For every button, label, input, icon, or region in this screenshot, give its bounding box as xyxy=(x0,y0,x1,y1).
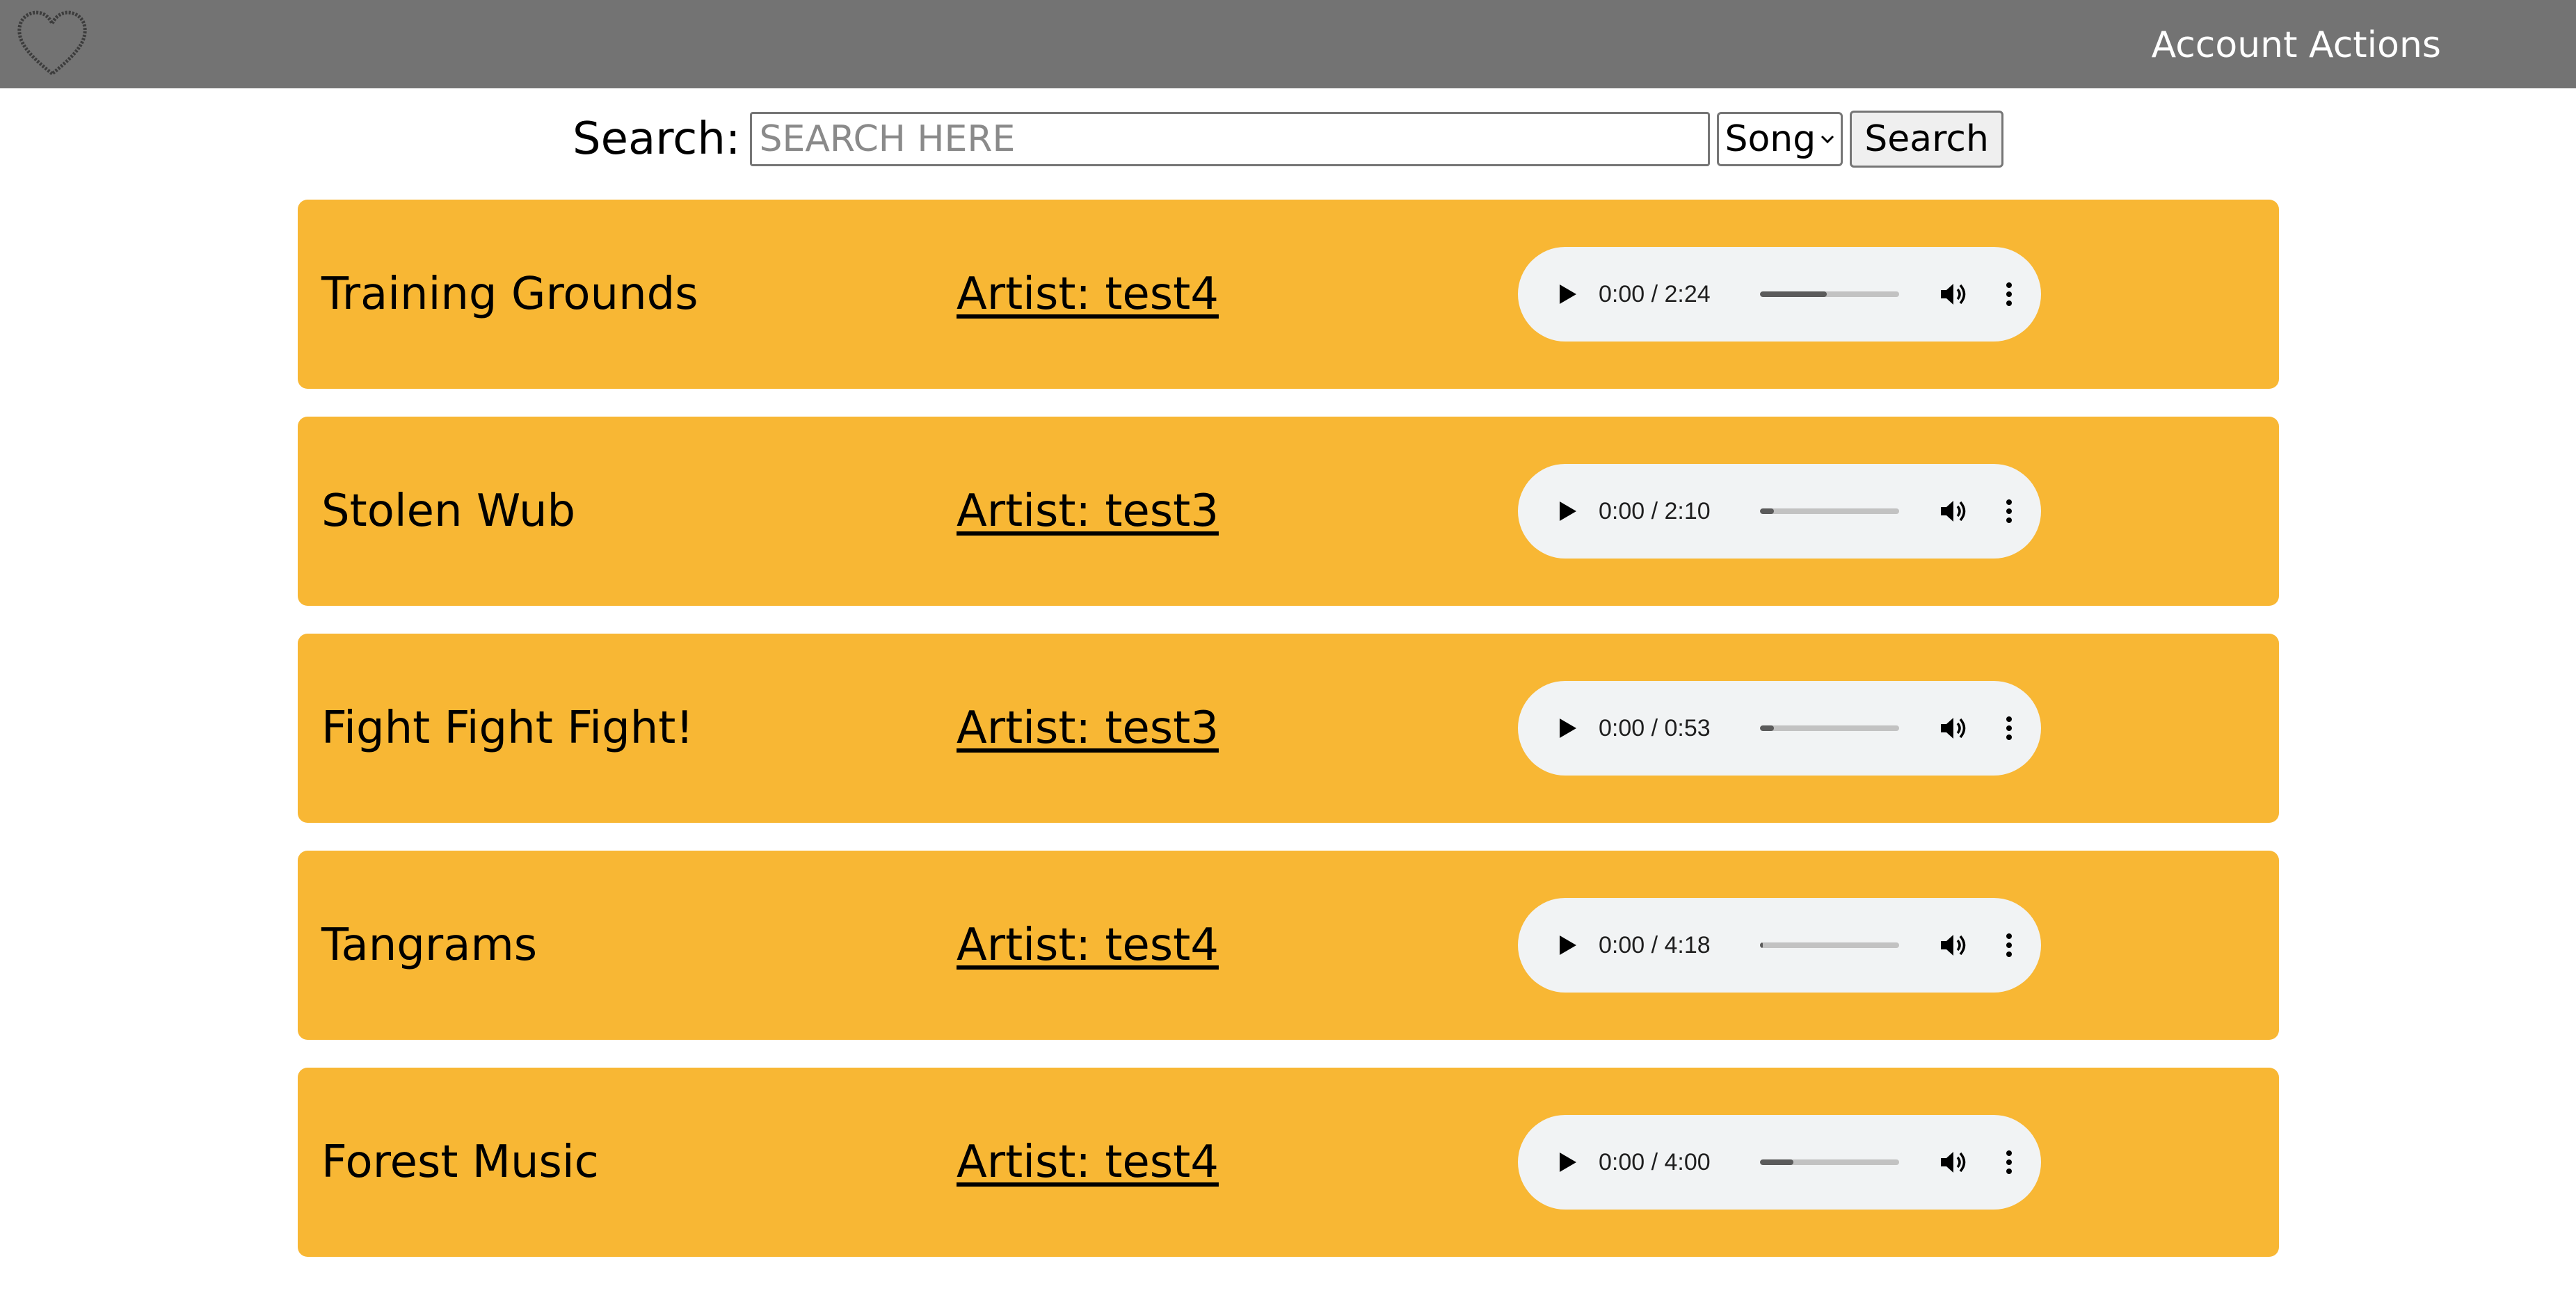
song-card: Stolen Wub Artist: test3 0:00 / 2:10 xyxy=(298,417,2279,606)
audio-player: 0:00 / 2:10 xyxy=(1518,464,2041,559)
artist-link[interactable]: Artist: test4 xyxy=(957,851,1219,1040)
song-list: Training Grounds Artist: test4 0:00 / 2:… xyxy=(298,200,2279,1285)
volume-icon[interactable] xyxy=(1938,713,1969,744)
volume-icon[interactable] xyxy=(1938,496,1969,527)
volume-icon[interactable] xyxy=(1938,930,1969,961)
search-input[interactable] xyxy=(750,112,1711,166)
play-icon[interactable] xyxy=(1551,1147,1582,1178)
more-options-icon[interactable] xyxy=(1994,1147,2024,1178)
artist-link[interactable]: Artist: test3 xyxy=(957,634,1219,823)
buffered-fill xyxy=(1760,291,1827,297)
play-icon[interactable] xyxy=(1551,496,1582,527)
play-icon[interactable] xyxy=(1551,279,1582,310)
buffered-fill xyxy=(1760,508,1774,514)
heart-outline-icon[interactable] xyxy=(14,6,90,82)
song-card: Fight Fight Fight! Artist: test3 0:00 / … xyxy=(298,634,2279,823)
more-options-icon[interactable] xyxy=(1994,279,2024,310)
play-icon[interactable] xyxy=(1551,713,1582,744)
time-display: 0:00 / 0:53 xyxy=(1599,714,1711,741)
account-actions-link[interactable]: Account Actions xyxy=(2152,22,2441,68)
artist-link[interactable]: Artist: test3 xyxy=(957,417,1219,606)
song-title: Forest Music xyxy=(321,1137,599,1188)
time-display: 0:00 / 2:10 xyxy=(1599,497,1711,524)
time-display: 0:00 / 4:18 xyxy=(1599,931,1711,958)
audio-player: 0:00 / 2:24 xyxy=(1518,247,2041,342)
artist-link[interactable]: Artist: test4 xyxy=(957,1068,1219,1257)
buffered-fill xyxy=(1760,1159,1793,1165)
search-bar: Search: Song Search xyxy=(0,110,2576,168)
chevron-down-icon xyxy=(1821,135,1834,144)
song-card: Tangrams Artist: test4 0:00 / 4:18 xyxy=(298,851,2279,1040)
time-display: 0:00 / 2:24 xyxy=(1599,280,1711,307)
song-card: Training Grounds Artist: test4 0:00 / 2:… xyxy=(298,200,2279,389)
progress-bar[interactable] xyxy=(1760,291,1899,297)
progress-bar[interactable] xyxy=(1760,942,1899,948)
song-title: Fight Fight Fight! xyxy=(321,702,694,754)
artist-link[interactable]: Artist: test4 xyxy=(957,200,1219,389)
audio-player: 0:00 / 4:00 xyxy=(1518,1115,2041,1210)
buffered-fill xyxy=(1760,725,1774,731)
volume-icon[interactable] xyxy=(1938,1147,1969,1178)
search-label: Search: xyxy=(573,113,741,165)
progress-bar[interactable] xyxy=(1760,1159,1899,1165)
more-options-icon[interactable] xyxy=(1994,930,2024,961)
search-type-select[interactable]: Song xyxy=(1717,112,1843,166)
song-title: Training Grounds xyxy=(321,268,698,320)
audio-player: 0:00 / 0:53 xyxy=(1518,681,2041,776)
more-options-icon[interactable] xyxy=(1994,713,2024,744)
progress-bar[interactable] xyxy=(1760,508,1899,514)
progress-bar[interactable] xyxy=(1760,725,1899,731)
time-display: 0:00 / 4:00 xyxy=(1599,1148,1711,1175)
top-bar: Account Actions xyxy=(0,0,2576,88)
volume-icon[interactable] xyxy=(1938,279,1969,310)
audio-player: 0:00 / 4:18 xyxy=(1518,898,2041,993)
search-button[interactable]: Search xyxy=(1850,111,2003,168)
search-type-selected: Song xyxy=(1725,118,1816,160)
buffered-fill xyxy=(1760,942,1763,948)
more-options-icon[interactable] xyxy=(1994,496,2024,527)
song-title: Stolen Wub xyxy=(321,485,576,537)
song-card: Forest Music Artist: test4 0:00 / 4:00 xyxy=(298,1068,2279,1257)
play-icon[interactable] xyxy=(1551,930,1582,961)
song-title: Tangrams xyxy=(321,919,538,971)
